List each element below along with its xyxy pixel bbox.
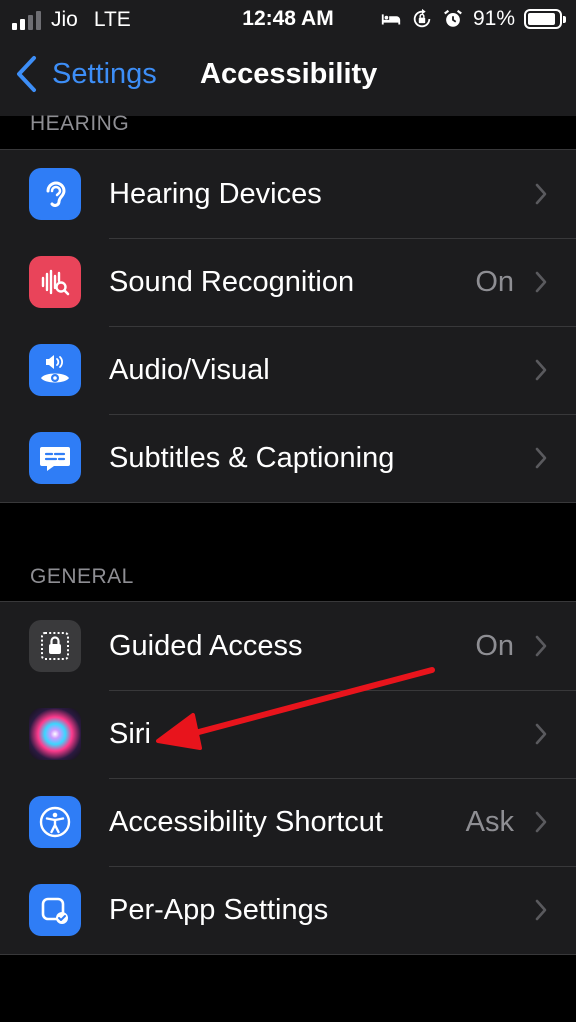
row-label: Accessibility Shortcut [109,805,383,838]
row-sound-recognition[interactable]: Sound Recognition On [0,238,576,326]
status-bar: Jio LTE 12:48 AM 91% [0,0,576,40]
row-label: Hearing Devices [109,177,322,210]
row-label: Audio/Visual [109,353,270,386]
alarm-icon [444,9,462,27]
row-label: Per-App Settings [109,893,329,926]
row-per-app-settings[interactable]: Per-App Settings [0,866,576,954]
ear-icon [29,168,81,220]
battery-level-fill [528,13,556,25]
row-hearing-devices[interactable]: Hearing Devices [0,150,576,238]
chevron-right-icon [535,359,547,381]
chevron-right-icon [535,447,547,469]
row-siri[interactable]: Siri [0,690,576,778]
general-group: Guided Access On Siri Accessibility Shor… [0,601,576,955]
section-header-hearing: HEARING [30,112,130,135]
row-guided-access[interactable]: Guided Access On [0,602,576,690]
chevron-right-icon [535,899,547,921]
row-value: On [475,265,514,298]
row-value: On [475,629,514,662]
row-subtitles-captioning[interactable]: Subtitles & Captioning [0,414,576,502]
navigation-bar: Settings Accessibility [0,40,576,116]
orientation-lock-icon [413,8,431,28]
status-right: 91% [380,7,566,31]
page-title: Accessibility [200,58,378,90]
row-accessibility-shortcut[interactable]: Accessibility Shortcut Ask [0,778,576,866]
speaker-eye-icon [29,344,81,396]
row-label: Subtitles & Captioning [109,441,395,474]
chevron-right-icon [535,811,547,833]
row-label: Guided Access [109,629,303,662]
waveform-search-icon [29,256,81,308]
caption-bubble-icon [29,432,81,484]
bed-icon [381,14,401,25]
chevron-right-icon [535,723,547,745]
row-label: Siri [109,717,151,750]
back-button[interactable]: Settings [14,54,157,94]
row-audio-visual[interactable]: Audio/Visual [0,326,576,414]
lock-icon [29,620,81,672]
hearing-group: Hearing Devices Sound Recognition On Aud… [0,149,576,503]
chevron-left-icon [17,56,36,92]
section-header-general: GENERAL [30,565,134,588]
row-label: Sound Recognition [109,265,355,298]
battery-icon [524,9,566,29]
chevron-right-icon [535,271,547,293]
accessibility-icon [29,796,81,848]
chevron-right-icon [535,183,547,205]
row-value: Ask [465,805,514,838]
battery-percent: 91% [472,7,515,30]
app-check-icon [29,884,81,936]
siri-icon [29,708,81,760]
back-button-label: Settings [52,57,157,90]
chevron-right-icon [535,635,547,657]
